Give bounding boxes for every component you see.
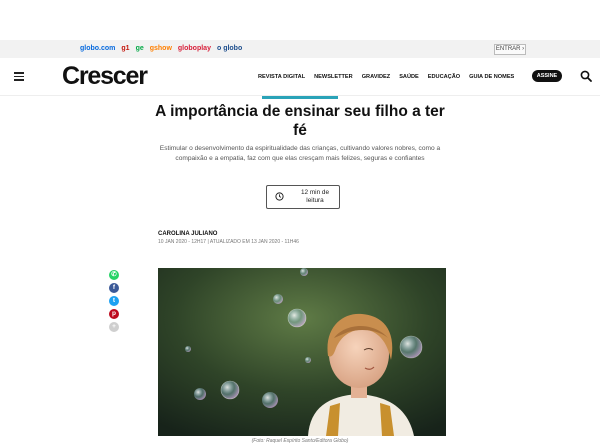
site-logo[interactable]: Crescer (62, 62, 148, 91)
more-icon[interactable]: + (109, 322, 119, 332)
article-subtitle: Estimular o desenvolvimento da espiritua… (159, 145, 441, 162)
reading-time-text: 12 min de leitura (300, 189, 330, 204)
globo-top-bar: globo.com g1 ge gshow globoplay o globo … (0, 40, 600, 58)
globo-link-gshow[interactable]: gshow (150, 45, 172, 53)
facebook-icon[interactable]: f (109, 283, 119, 293)
nav-item-newsletter[interactable]: NEWSLETTER (314, 73, 353, 81)
pinterest-icon[interactable]: p (109, 309, 119, 319)
nav-item-educacao[interactable]: EDUCAÇÃO (428, 73, 460, 81)
whatsapp-icon[interactable]: ✆ (109, 270, 119, 280)
article-title: A importância de ensinar seu filho a ter… (155, 103, 445, 139)
nav-item-gravidez[interactable]: GRAVIDEZ (362, 73, 391, 81)
globo-link-globoplay[interactable]: globoplay (178, 45, 211, 53)
share-bar: ✆ f t p + (109, 270, 119, 335)
article-photo (158, 268, 446, 436)
globo-link-g1[interactable]: g1 (121, 45, 129, 53)
search-icon[interactable] (580, 70, 592, 82)
globo-link-globo[interactable]: globo.com (80, 45, 115, 53)
nav-item-guia-de-nomes[interactable]: GUIA DE NOMES (469, 73, 514, 81)
twitter-icon[interactable]: t (109, 296, 119, 306)
section-accent-bar (262, 96, 338, 99)
clock-icon (275, 192, 284, 201)
nav-item-revista-digital[interactable]: REVISTA DIGITAL (258, 73, 305, 81)
subscribe-button[interactable]: ASSINE (532, 70, 562, 82)
nav-item-saude[interactable]: SAÚDE (399, 73, 419, 81)
globo-link-oglobo[interactable]: o globo (217, 45, 242, 53)
globo-link-ge[interactable]: ge (136, 45, 144, 53)
login-button[interactable]: ENTRAR › (494, 44, 526, 55)
globo-network-links: globo.com g1 ge gshow globoplay o globo (80, 45, 242, 53)
site-header: Crescer REVISTA DIGITAL NEWSLETTER GRAVI… (0, 58, 600, 96)
main-nav: REVISTA DIGITAL NEWSLETTER GRAVIDEZ SAÚD… (258, 73, 514, 81)
photo-caption: (Foto: Raquel Espírito Santo/Editora Glo… (251, 438, 349, 444)
author-name[interactable]: CAROLINA JULIANO (158, 231, 217, 237)
reading-time-badge: 12 min de leitura (266, 185, 340, 209)
hamburger-menu-icon[interactable] (14, 72, 24, 81)
publish-dates: 10 JAN 2020 - 12H17 | ATUALIZADO EM 13 J… (158, 239, 299, 245)
